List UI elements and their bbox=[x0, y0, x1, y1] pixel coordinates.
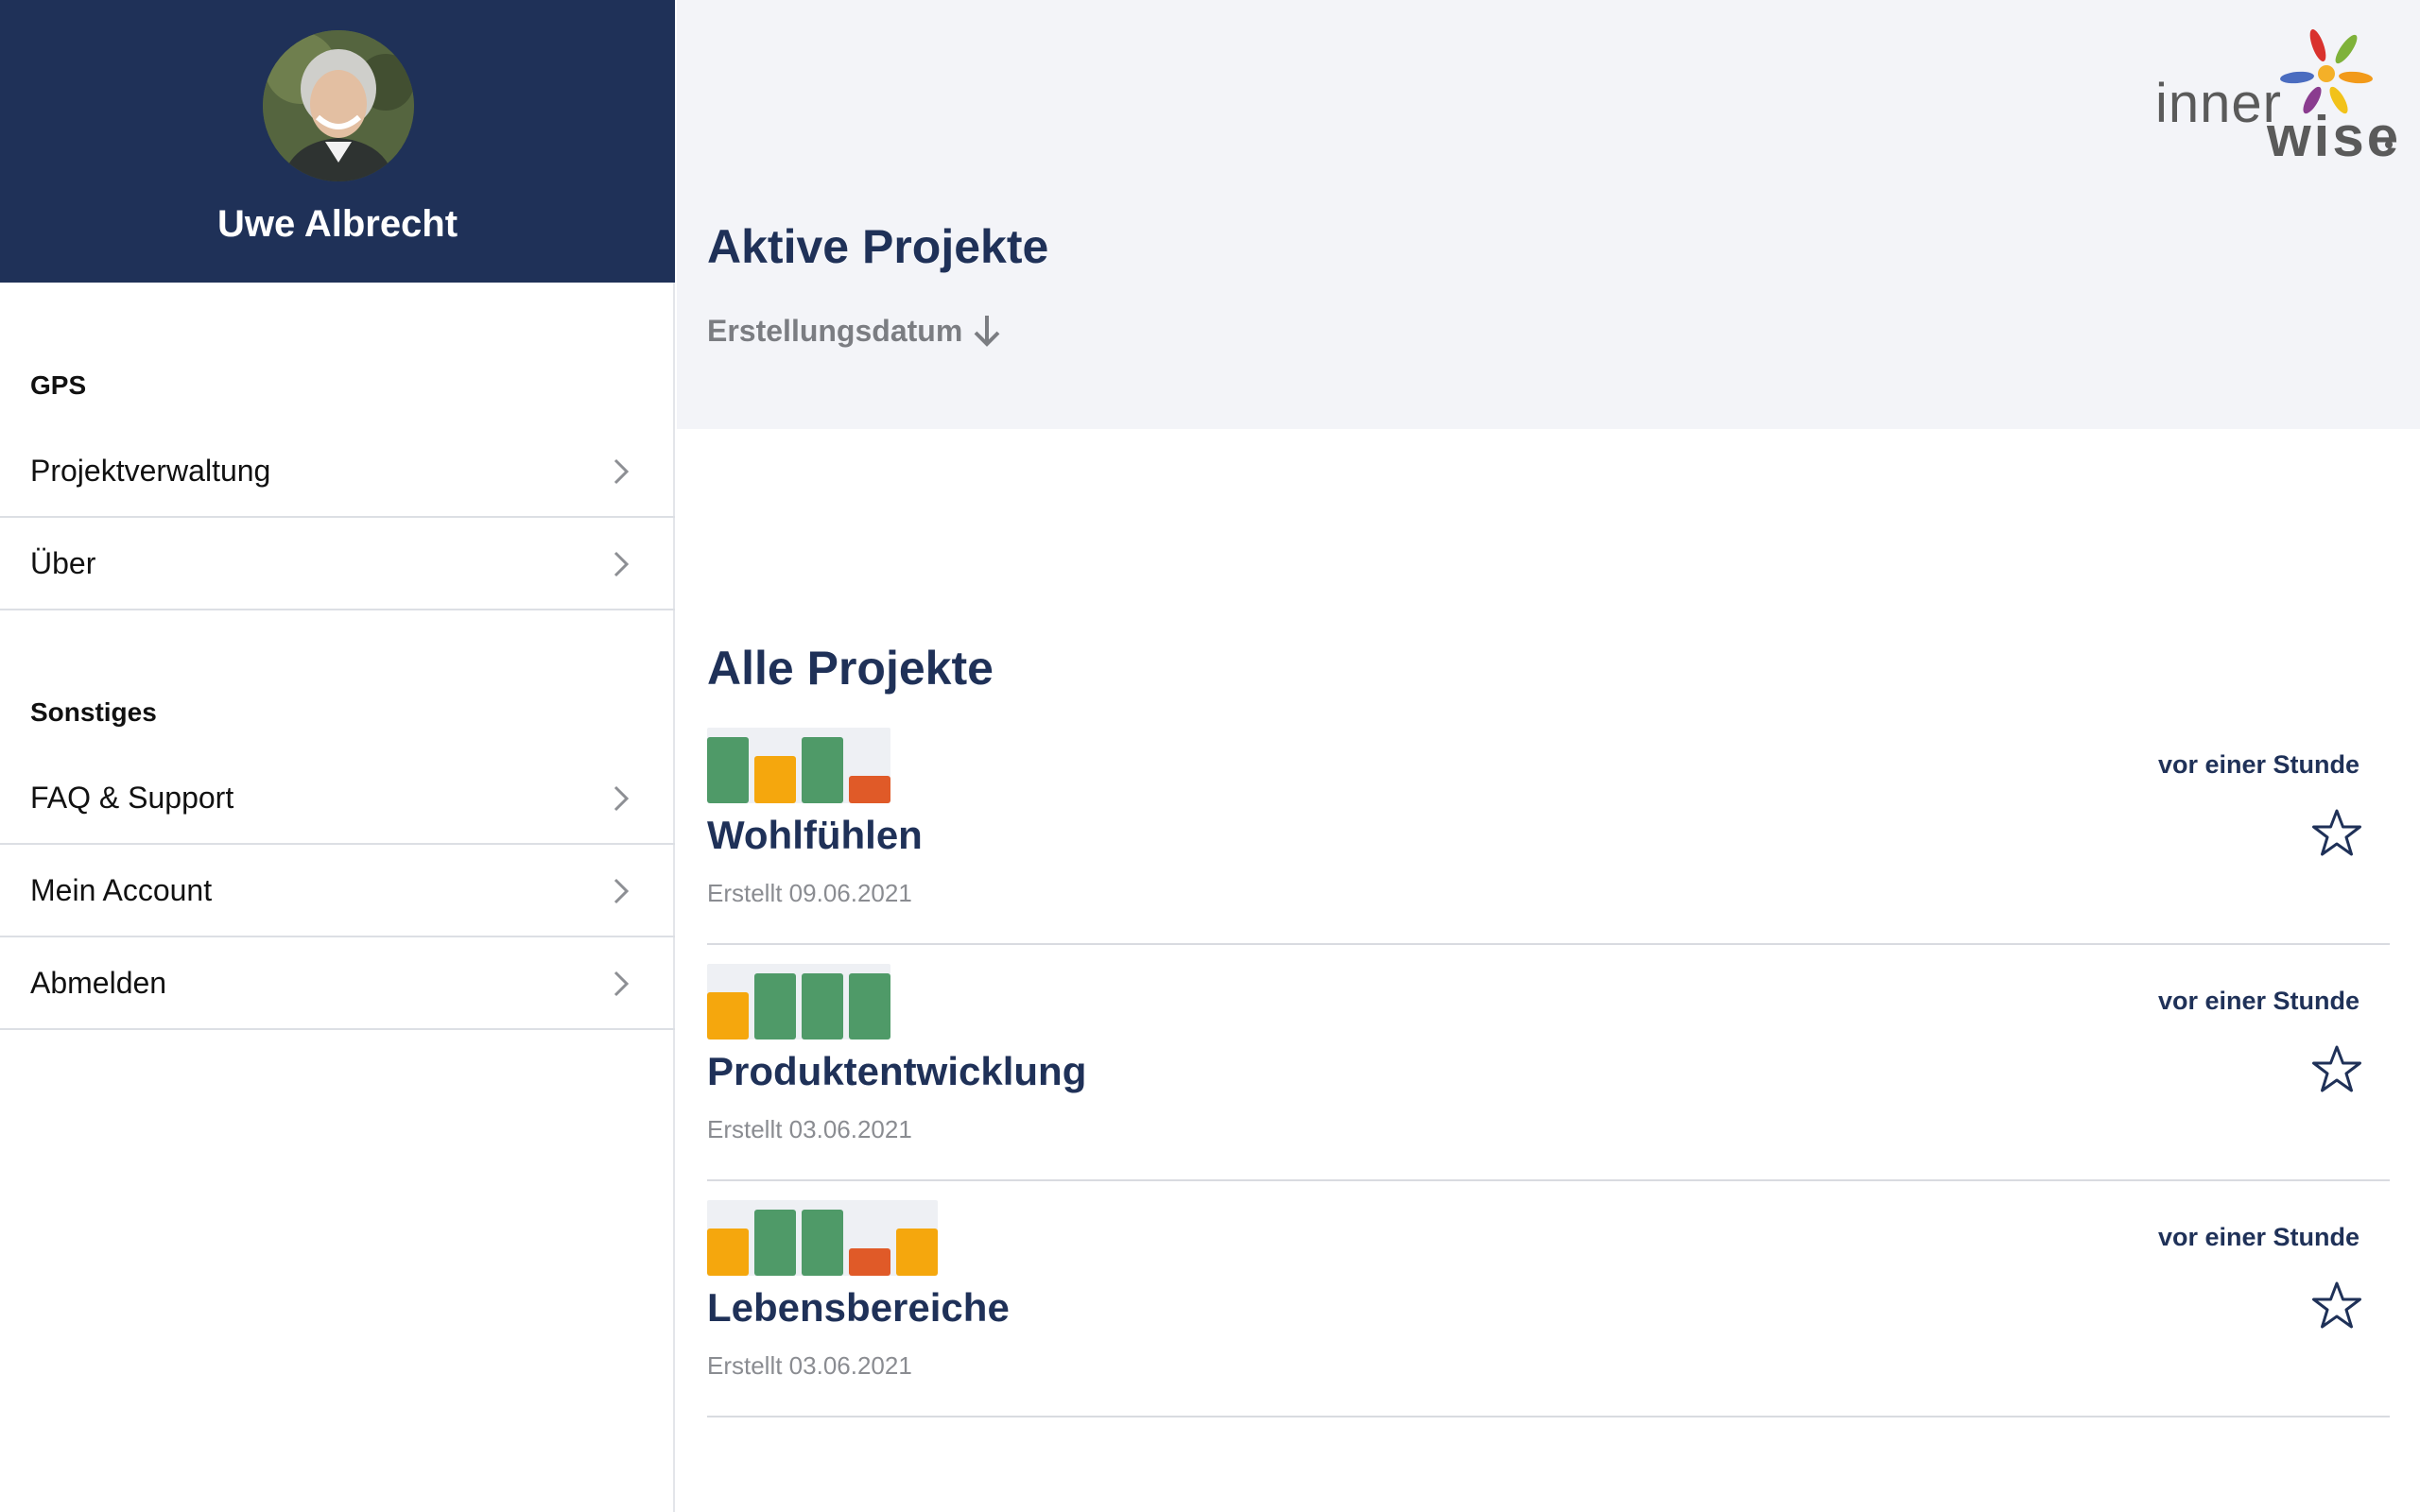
innerwise-logo: inner wise bbox=[2155, 25, 2398, 168]
project-created-date: Erstellt 09.06.2021 bbox=[707, 879, 912, 907]
logo-text-inner: inner bbox=[2155, 73, 2282, 134]
all-projects-title: Alle Projekte bbox=[707, 642, 994, 695]
star-icon[interactable] bbox=[2310, 1043, 2363, 1096]
avatar-photo bbox=[263, 30, 414, 181]
status-bar bbox=[754, 756, 796, 803]
sidebar-item-label: Abmelden bbox=[30, 965, 167, 1000]
project-updated-time: vor einer Stunde bbox=[2157, 750, 2360, 779]
arrow-down-icon bbox=[974, 316, 1000, 347]
status-bar bbox=[707, 1228, 749, 1276]
chevron-right-icon bbox=[614, 971, 630, 997]
profile-name: Uwe Albrecht bbox=[216, 203, 458, 245]
chevron-right-icon bbox=[614, 785, 630, 812]
project-updated-time: vor einer Stunde bbox=[2157, 987, 2360, 1015]
sort-label: Erstellungsdatum bbox=[707, 313, 963, 348]
star-icon[interactable] bbox=[2310, 1280, 2363, 1332]
project-created-date: Erstellt 03.06.2021 bbox=[707, 1351, 912, 1380]
status-bar bbox=[754, 973, 796, 1040]
status-bar bbox=[849, 776, 890, 803]
project-status-bars bbox=[707, 728, 890, 803]
status-bar bbox=[849, 1248, 890, 1276]
status-bar bbox=[802, 737, 843, 803]
sidebar-item-ueber[interactable]: Über bbox=[0, 518, 675, 610]
sidebar-item-label: Mein Account bbox=[30, 872, 213, 907]
sort-button[interactable]: Erstellungsdatum bbox=[707, 312, 1004, 350]
status-bar bbox=[754, 1210, 796, 1276]
project-created-date: Erstellt 03.06.2021 bbox=[707, 1115, 912, 1143]
active-projects-title: Aktive Projekte bbox=[707, 220, 1049, 273]
chevron-right-icon bbox=[614, 878, 630, 904]
project-card[interactable]: vor einer Stunde Produktentwicklung Erst… bbox=[707, 945, 2390, 1181]
project-title: Lebensbereiche bbox=[707, 1285, 1010, 1330]
status-bar bbox=[802, 973, 843, 1040]
sidebar-item-label: Über bbox=[30, 545, 96, 580]
sidebar-item-mein-account[interactable]: Mein Account bbox=[0, 845, 675, 937]
project-card[interactable]: vor einer Stunde Wohlfühlen Erstellt 09.… bbox=[707, 709, 2390, 945]
section-heading-gps: GPS bbox=[30, 370, 87, 400]
project-updated-time: vor einer Stunde bbox=[2157, 1223, 2360, 1251]
status-bar bbox=[896, 1228, 938, 1276]
sidebar-item-abmelden[interactable]: Abmelden bbox=[0, 937, 675, 1030]
sidebar: Uwe Albrecht GPS Projektverwaltung Über … bbox=[0, 0, 675, 1512]
sidebar-item-faq-support[interactable]: FAQ & Support bbox=[0, 752, 675, 845]
app: Uwe Albrecht GPS Projektverwaltung Über … bbox=[0, 0, 2420, 1512]
section-heading-sonstiges: Sonstiges bbox=[30, 697, 157, 727]
star-icon[interactable] bbox=[2310, 807, 2363, 860]
logo-registered-mark bbox=[2385, 141, 2393, 148]
status-bar bbox=[707, 992, 749, 1040]
project-status-bars bbox=[707, 1200, 938, 1276]
sidebar-item-label: FAQ & Support bbox=[30, 780, 234, 815]
logo-text-wise: wise bbox=[2267, 105, 2402, 168]
sidebar-item-projektverwaltung[interactable]: Projektverwaltung bbox=[0, 425, 675, 518]
project-title: Produktentwicklung bbox=[707, 1049, 1087, 1093]
status-bar bbox=[802, 1210, 843, 1276]
profile-header: Uwe Albrecht bbox=[0, 0, 675, 283]
status-bar bbox=[849, 973, 890, 1040]
project-card[interactable]: vor einer Stunde Lebensbereiche Erstellt… bbox=[707, 1181, 2390, 1418]
chevron-right-icon bbox=[614, 458, 630, 485]
project-status-bars bbox=[707, 964, 890, 1040]
sidebar-item-label: Projektverwaltung bbox=[30, 453, 271, 488]
avatar[interactable] bbox=[263, 30, 414, 181]
project-title: Wohlfühlen bbox=[707, 813, 923, 857]
status-bar bbox=[707, 737, 749, 803]
chevron-right-icon bbox=[614, 551, 630, 577]
